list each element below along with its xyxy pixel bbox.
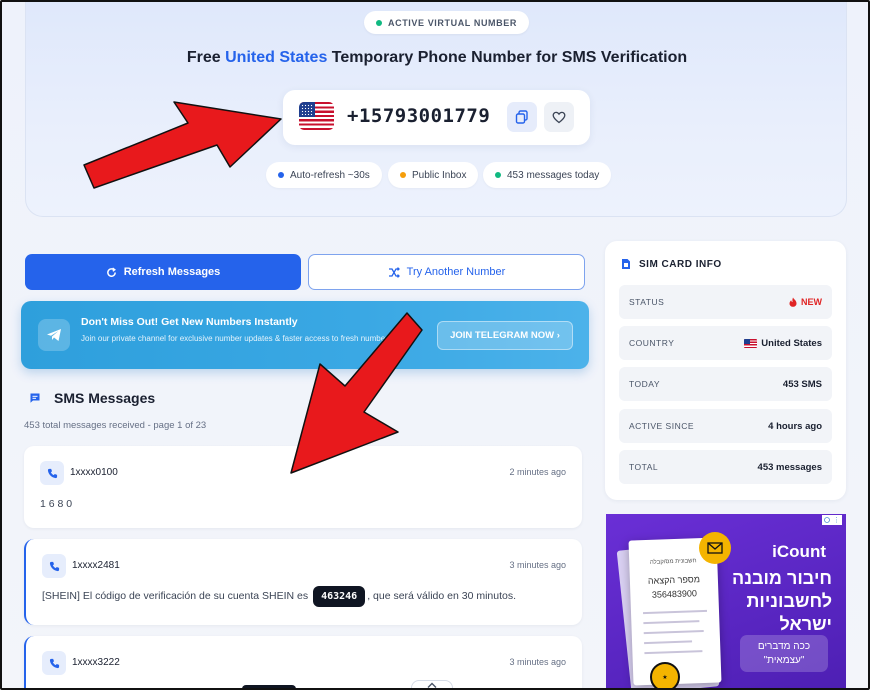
- refresh-messages-button[interactable]: Refresh Messages: [25, 254, 301, 290]
- pill-label: Auto-refresh ~30s: [290, 169, 370, 181]
- chevron-up-icon: [427, 682, 437, 688]
- dot-icon: [495, 172, 501, 178]
- page-title: Free United States Temporary Phone Numbe…: [2, 49, 868, 67]
- sim-label: TOTAL: [629, 462, 659, 472]
- ad-headline: חיבור מובנה לחשבוניות ישראל: [732, 568, 832, 634]
- message-sender: 1xxxx2481: [72, 560, 120, 571]
- ad-doc-line: חשבונית מס/קבלה: [649, 558, 697, 566]
- sim-row-country: COUNTRY United States: [619, 326, 832, 360]
- message-card[interactable]: 1xxxx3222 3 minutes ago: [24, 636, 582, 688]
- copy-icon: [515, 110, 528, 124]
- ad-doc-line: מספר הקצאה: [647, 574, 701, 586]
- telegram-icon: [38, 319, 70, 351]
- verification-code[interactable]: 463246: [313, 586, 366, 607]
- message-body: 1 6 8 0: [40, 498, 73, 510]
- message-text: , que será válido en 30 minutos.: [367, 590, 517, 602]
- ad-doc-rule: [644, 650, 703, 655]
- title-suffix: Temporary Phone Number for SMS Verificat…: [327, 49, 688, 66]
- advertisement[interactable]: ⋮ חשבונית מס/קבלה מספר הקצאה 356483900 ★…: [606, 514, 846, 688]
- pill-messages-today: 453 messages today: [483, 162, 612, 188]
- ad-choices-icon[interactable]: ⋮: [822, 515, 842, 525]
- dot-icon: [278, 172, 284, 178]
- ad-doc-rule: [643, 630, 704, 635]
- sms-header: SMS Messages: [29, 390, 155, 406]
- phone-icon: [42, 651, 66, 675]
- message-time: 3 minutes ago: [509, 657, 566, 667]
- ad-doc-rule: [643, 620, 700, 625]
- telegram-subtitle: Join our private channel for exclusive n…: [81, 334, 392, 343]
- sim-row-status: STATUS NEW: [619, 285, 832, 319]
- sim-row-active-since: ACTIVE SINCE 4 hours ago: [619, 409, 832, 443]
- sim-row-today: TODAY 453 SMS: [619, 367, 832, 401]
- sim-row-total: TOTAL 453 messages: [619, 450, 832, 484]
- ad-doc-line: 356483900: [651, 588, 698, 600]
- sim-value: 453 SMS: [782, 378, 822, 390]
- title-country: United States: [225, 49, 328, 66]
- phone-icon: [42, 554, 66, 578]
- seal-icon: ★: [650, 662, 680, 688]
- scroll-to-top-button[interactable]: [411, 680, 453, 688]
- shuffle-icon: [388, 266, 400, 278]
- phone-number[interactable]: +15793001779: [347, 105, 490, 127]
- message-time: 2 minutes ago: [509, 467, 566, 477]
- us-flag-icon: [299, 102, 334, 130]
- ad-doc-rule: [643, 609, 708, 615]
- status-new-badge: NEW: [789, 297, 822, 307]
- sms-title: SMS Messages: [54, 390, 156, 406]
- sim-value-wrap: United States: [744, 338, 822, 349]
- sms-count: 453 total messages received - page 1 of …: [24, 420, 207, 431]
- sim-label: ACTIVE SINCE: [629, 421, 695, 431]
- favorite-button[interactable]: [544, 102, 574, 132]
- ad-doc-rule: [644, 640, 693, 645]
- heart-icon: [552, 111, 566, 123]
- message-body: [SHEIN] El código de verificación de su …: [42, 586, 516, 607]
- sim-card-icon: [622, 259, 630, 269]
- verification-code-partial: [242, 685, 296, 688]
- sim-value: NEW: [801, 297, 822, 307]
- sim-value: 4 hours ago: [768, 420, 822, 432]
- sim-value: United States: [761, 337, 822, 349]
- status-dot-icon: [376, 19, 382, 26]
- chat-icon: [30, 393, 40, 403]
- dot-icon: [400, 172, 406, 178]
- pill-auto-refresh: Auto-refresh ~30s: [266, 162, 382, 188]
- pill-public-inbox: Public Inbox: [388, 162, 479, 188]
- active-badge-label: ACTIVE VIRTUAL NUMBER: [388, 17, 517, 28]
- message-card[interactable]: 1xxxx0100 2 minutes ago 1 6 8 0: [24, 446, 582, 528]
- mail-icon: [699, 532, 731, 564]
- refresh-label: Refresh Messages: [123, 266, 221, 278]
- sim-card-info-panel: SIM CARD INFO STATUS NEW COUNTRY United …: [605, 241, 846, 500]
- sim-label: TODAY: [629, 379, 660, 389]
- try-label: Try Another Number: [406, 266, 506, 278]
- ad-cta-button[interactable]: ככה מדברים "עצמאית": [740, 635, 828, 672]
- join-telegram-button[interactable]: JOIN TELEGRAM NOW ›: [437, 321, 573, 350]
- message-sender: 1xxxx0100: [70, 467, 118, 478]
- fire-icon: [789, 297, 797, 307]
- message-time: 3 minutes ago: [509, 560, 566, 570]
- sim-label: COUNTRY: [629, 338, 675, 348]
- active-badge: ACTIVE VIRTUAL NUMBER: [364, 11, 529, 34]
- sim-label: STATUS: [629, 297, 665, 307]
- phone-number-card: +15793001779: [283, 90, 590, 145]
- try-another-number-button[interactable]: Try Another Number: [308, 254, 585, 290]
- pill-label: Public Inbox: [412, 169, 467, 181]
- sim-title: SIM CARD INFO: [621, 258, 722, 270]
- message-sender: 1xxxx3222: [72, 657, 120, 668]
- page-frame: ACTIVE VIRTUAL NUMBER Free United States…: [0, 0, 870, 690]
- refresh-icon: [106, 267, 116, 277]
- sim-value: 453 messages: [757, 461, 822, 473]
- ad-brand: iCount: [772, 542, 826, 561]
- pill-label: 453 messages today: [507, 169, 600, 181]
- copy-button[interactable]: [507, 102, 537, 132]
- sim-title-label: SIM CARD INFO: [639, 258, 722, 270]
- telegram-title: Don't Miss Out! Get New Numbers Instantl…: [81, 316, 298, 328]
- phone-icon: [40, 461, 64, 485]
- message-text: [SHEIN] El código de verificación de su …: [42, 590, 309, 602]
- title-prefix: Free: [186, 49, 226, 66]
- telegram-banner: Don't Miss Out! Get New Numbers Instantl…: [21, 301, 589, 369]
- message-card[interactable]: 1xxxx2481 3 minutes ago [SHEIN] El códig…: [24, 539, 582, 625]
- us-flag-icon: [744, 338, 758, 348]
